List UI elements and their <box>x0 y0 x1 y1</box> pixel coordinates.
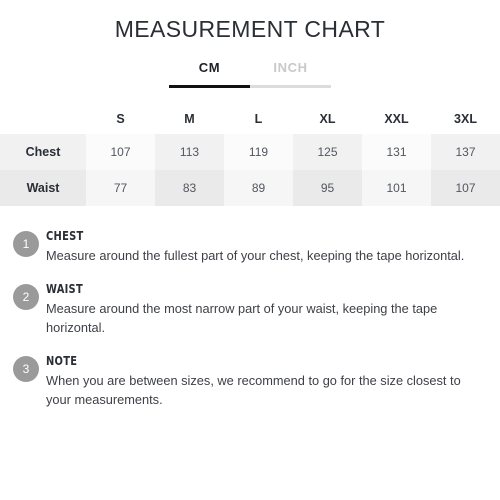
cell-waist-m: 83 <box>155 170 224 206</box>
note-text-note: When you are between sizes, we recommend… <box>46 373 461 407</box>
cell-chest-xxl: 131 <box>362 134 431 170</box>
instructions-list: 1 CHEST Measure around the fullest part … <box>0 228 500 409</box>
table-row: Waist 77 83 89 95 101 107 <box>0 170 500 206</box>
cell-chest-m: 113 <box>155 134 224 170</box>
table-header-row: S M L XL XXL 3XL <box>0 104 500 134</box>
cell-waist-xl: 95 <box>293 170 362 206</box>
measurement-table-container: S M L XL XXL 3XL Chest 107 113 119 125 1… <box>0 104 500 206</box>
column-header-l: L <box>224 104 293 134</box>
cell-chest-3xl: 137 <box>431 134 500 170</box>
cell-chest-xl: 125 <box>293 134 362 170</box>
column-header-3xl: 3XL <box>431 104 500 134</box>
note-text-waist: Measure around the most narrow part of y… <box>46 301 438 335</box>
table-header: S M L XL XXL 3XL <box>0 104 500 134</box>
cell-waist-xxl: 101 <box>362 170 431 206</box>
note-heading-chest: CHEST <box>46 228 84 243</box>
column-header-m: M <box>155 104 224 134</box>
note-text-chest: Measure around the fullest part of your … <box>46 248 465 263</box>
unit-tab-bar: CM INCH <box>0 60 500 88</box>
column-header-xxl: XXL <box>362 104 431 134</box>
column-header-xl: XL <box>293 104 362 134</box>
note-heading-note: NOTE <box>46 353 78 368</box>
cell-chest-l: 119 <box>224 134 293 170</box>
list-item: 2 WAIST Measure around the most narrow p… <box>13 281 486 337</box>
row-label-waist: Waist <box>0 170 86 206</box>
table-body: Chest 107 113 119 125 131 137 Waist 77 8… <box>0 134 500 206</box>
tab-cm[interactable]: CM <box>169 60 250 88</box>
table-row: Chest 107 113 119 125 131 137 <box>0 134 500 170</box>
cell-waist-l: 89 <box>224 170 293 206</box>
note-heading-waist: WAIST <box>46 281 83 296</box>
row-label-chest: Chest <box>0 134 86 170</box>
note-body-3: NOTE When you are between sizes, we reco… <box>46 353 466 409</box>
measurement-table: S M L XL XXL 3XL Chest 107 113 119 125 1… <box>0 104 500 206</box>
note-body-2: WAIST Measure around the most narrow par… <box>46 281 466 337</box>
cell-waist-s: 77 <box>86 170 155 206</box>
note-body-1: CHEST Measure around the fullest part of… <box>46 228 464 265</box>
cell-waist-3xl: 107 <box>431 170 500 206</box>
note-number-badge-3: 3 <box>13 356 39 382</box>
list-item: 3 NOTE When you are between sizes, we re… <box>13 353 486 409</box>
note-number-badge-2: 2 <box>13 284 39 310</box>
table-corner-cell <box>0 104 86 134</box>
note-number-badge-1: 1 <box>13 231 39 257</box>
list-item: 1 CHEST Measure around the fullest part … <box>13 228 486 265</box>
cell-chest-s: 107 <box>86 134 155 170</box>
column-header-s: S <box>86 104 155 134</box>
page-title: MEASUREMENT CHART <box>114 16 386 42</box>
tab-inch[interactable]: INCH <box>250 60 331 88</box>
